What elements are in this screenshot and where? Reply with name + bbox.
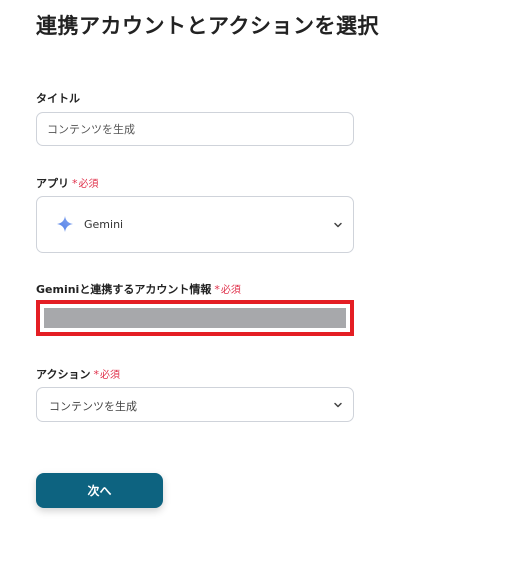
required-mark: *必須 (72, 177, 99, 190)
required-asterisk: * (93, 368, 99, 381)
required-asterisk: * (72, 177, 78, 190)
next-button[interactable]: 次へ (36, 473, 163, 508)
app-name: Gemini (84, 217, 124, 231)
title-field-label: タイトル (36, 92, 80, 105)
selected-action: コンテンツを生成 (49, 400, 137, 413)
required-mark: *必須 (93, 368, 120, 381)
account-label-text: Geminiと連携するアカウント情報 (36, 283, 212, 296)
account-select[interactable] (36, 300, 354, 336)
app-label-text: アプリ (36, 177, 69, 190)
required-text: 必須 (78, 179, 99, 190)
action-select[interactable]: コンテンツを生成 (36, 387, 354, 422)
required-asterisk: * (214, 283, 220, 296)
chevron-down-icon (334, 222, 342, 228)
action-field-label: アクション *必須 (36, 366, 120, 382)
required-text: 必須 (220, 285, 241, 296)
gemini-sparkle-icon (57, 216, 73, 232)
app-select[interactable]: Gemini (36, 196, 354, 253)
required-text: 必須 (99, 370, 120, 381)
page: 連携アカウントとアクションを選択 タイトル アプリ*必須 Gemini Ge (0, 0, 514, 565)
title-input[interactable] (36, 112, 354, 146)
required-mark: *必須 (214, 283, 241, 296)
action-label-text: アクション (36, 368, 91, 381)
page-title: 連携アカウントとアクションを選択 (36, 14, 379, 38)
chevron-down-icon (334, 402, 342, 408)
account-field-label: Geminiと連携するアカウント情報 *必須 (36, 281, 241, 297)
selected-app: Gemini (57, 216, 123, 232)
redacted-account-value (44, 308, 346, 328)
app-field-label: アプリ *必須 (36, 175, 99, 191)
